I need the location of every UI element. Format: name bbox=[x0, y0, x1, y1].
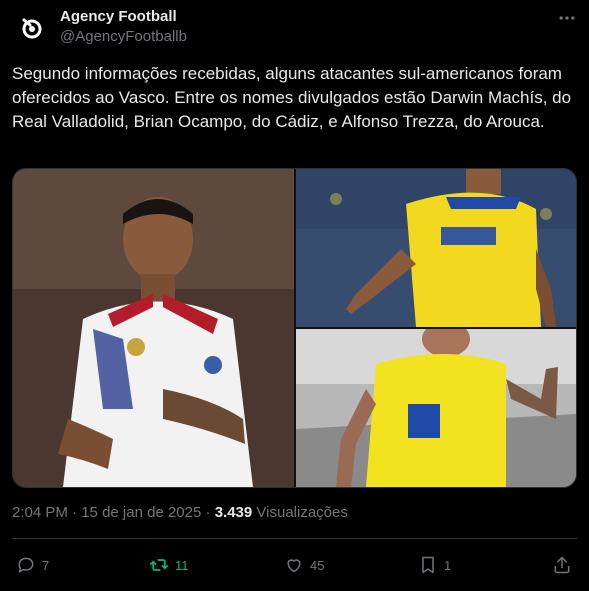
like-count: 45 bbox=[310, 557, 325, 573]
player-cadiz-blue-illustration bbox=[296, 169, 576, 327]
author-handle[interactable]: @AgencyFootballb bbox=[60, 28, 187, 45]
heart-icon bbox=[287, 559, 301, 573]
more-options-button[interactable] bbox=[552, 6, 582, 30]
tweet-header: Agency Football @AgencyFootballb bbox=[0, 0, 589, 56]
bookmark-button[interactable]: 1 bbox=[418, 548, 451, 582]
more-horizontal-icon bbox=[559, 16, 575, 20]
reply-count: 7 bbox=[42, 557, 50, 573]
reply-icon bbox=[18, 557, 34, 573]
media-grid bbox=[12, 168, 577, 488]
meta-separator: · bbox=[205, 504, 211, 521]
player-cadiz-yellow-illustration bbox=[296, 329, 576, 487]
tweet-meta: 2:04 PM · 15 de jan de 2025 · 3.439 Visu… bbox=[12, 504, 348, 521]
reply-button[interactable]: 7 bbox=[16, 548, 49, 582]
views-count: 3.439 bbox=[214, 504, 253, 521]
retweet-button[interactable]: 11 bbox=[149, 548, 189, 582]
player-cadiz-blue-shirt-photo[interactable] bbox=[296, 169, 576, 327]
meta-separator: · bbox=[72, 504, 78, 521]
views-label: Visualizações bbox=[256, 504, 348, 521]
player-cadiz-yellow-shirt-photo[interactable] bbox=[296, 329, 576, 487]
action-bar: 7 11 45 1 bbox=[0, 548, 589, 582]
retweet-count: 11 bbox=[175, 557, 189, 573]
divider bbox=[12, 538, 577, 539]
share-button[interactable] bbox=[552, 548, 572, 582]
author-name[interactable]: Agency Football bbox=[60, 8, 177, 25]
avatar[interactable] bbox=[12, 8, 52, 48]
retweet-icon bbox=[149, 559, 169, 571]
bookmark-count: 1 bbox=[444, 557, 452, 573]
share-icon bbox=[554, 556, 570, 574]
player-venezuela-photo[interactable] bbox=[13, 169, 294, 487]
like-button[interactable]: 45 bbox=[284, 548, 324, 582]
bookmark-icon bbox=[422, 556, 434, 574]
player-venezuela-illustration bbox=[13, 169, 294, 487]
agency-logo-icon bbox=[13, 9, 51, 47]
tweet-text: Segundo informações recebidas, alguns at… bbox=[12, 64, 572, 131]
tweet-time[interactable]: 2:04 PM bbox=[12, 504, 68, 521]
tweet-date[interactable]: 15 de jan de 2025 bbox=[81, 504, 201, 521]
